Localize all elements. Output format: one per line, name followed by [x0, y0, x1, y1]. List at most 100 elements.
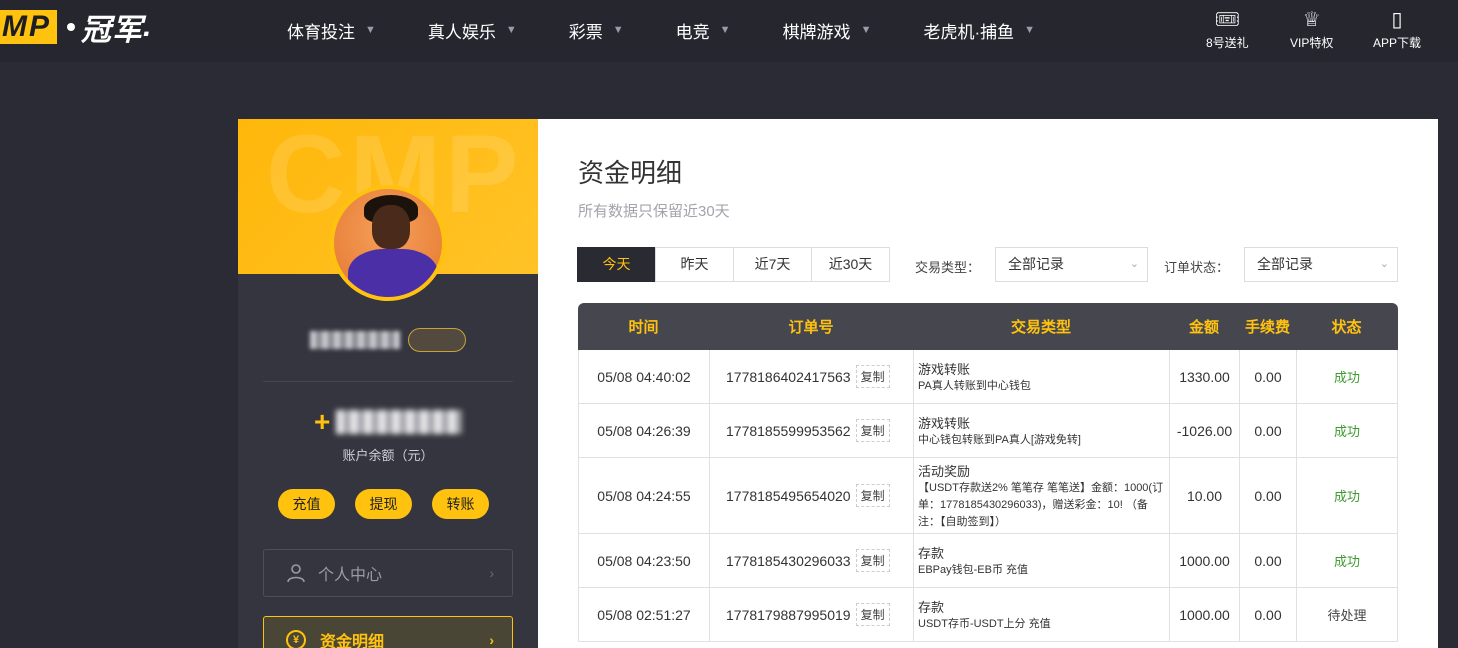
row-status: 成功 — [1297, 458, 1398, 533]
type-desc: 中心钱包转账到PA真人[游戏免转] — [918, 433, 1081, 446]
logo-dash: . — [143, 10, 152, 43]
quick-gift[interactable]: 🎟 8号送礼 — [1206, 8, 1249, 51]
quick-label: APP下载 — [1373, 36, 1422, 50]
withdraw-button[interactable]: 提现 — [355, 489, 412, 519]
chevron-down-icon: ▼ — [505, 24, 517, 36]
row-fee: 0.00 — [1240, 534, 1297, 587]
nav-chess[interactable]: 棋牌游戏 ▼ — [783, 0, 872, 60]
row-type: 游戏转账 PA真人转账到中心钱包 — [914, 350, 1170, 403]
chevron-down-icon: ▼ — [365, 24, 376, 36]
nav-sports[interactable]: 体育投注 ▼ — [287, 0, 376, 60]
chevron-down-icon: ▼ — [860, 24, 872, 36]
tab-today[interactable]: 今天 — [577, 247, 656, 282]
row-status: 成功 — [1297, 404, 1398, 457]
col-status: 状态 — [1331, 319, 1362, 336]
chevron-down-icon: ⌄ — [1129, 258, 1139, 270]
table-row: 05/08 04:24:55 1778185495654020 复制 活动奖励 … — [578, 458, 1398, 534]
tab-30-days[interactable]: 近30天 — [811, 247, 890, 282]
crown-icon: ♕ — [1302, 9, 1321, 31]
row-order: 1778185599953562 复制 — [710, 404, 914, 457]
page-subtitle: 所有数据只保留近30天 — [578, 203, 730, 220]
row-time: 05/08 04:40:02 — [579, 350, 710, 403]
tab-yesterday[interactable]: 昨天 — [655, 247, 734, 282]
row-fee: 0.00 — [1240, 458, 1297, 533]
copy-button[interactable]: 复制 — [855, 365, 890, 388]
row-order: 1778179887995019 复制 — [710, 588, 914, 641]
type-desc: PA真人转账到中心钱包 — [918, 379, 1031, 392]
row-fee: 0.00 — [1240, 588, 1297, 641]
nav-label: 电竞 — [675, 22, 710, 42]
yen-icon: ¥ — [286, 630, 306, 648]
row-amount: -1026.00 — [1170, 404, 1240, 457]
transfer-button[interactable]: 转账 — [432, 489, 489, 519]
order-status-select[interactable]: 全部记录 ⌄ — [1244, 247, 1398, 282]
row-order: 1778186402417563 复制 — [710, 350, 914, 403]
row-fee: 0.00 — [1240, 404, 1297, 457]
menu-personal-center[interactable]: 个人中心 › — [263, 549, 513, 597]
copy-button[interactable]: 复制 — [855, 419, 890, 442]
row-amount: 1000.00 — [1170, 534, 1240, 587]
nav-live-casino[interactable]: 真人娱乐 ▼ — [428, 0, 517, 60]
balance-amount: + — [314, 406, 464, 437]
table-row: 05/08 04:26:39 1778185599953562 复制 游戏转账 … — [578, 404, 1398, 458]
chevron-right-icon: › — [489, 565, 494, 581]
row-fee: 0.00 — [1240, 350, 1297, 403]
row-time: 05/08 04:23:50 — [579, 534, 710, 587]
deposit-button[interactable]: 充值 — [278, 489, 335, 519]
row-time: 05/08 04:26:39 — [579, 404, 710, 457]
transaction-type-select[interactable]: 全部记录 ⌄ — [995, 247, 1148, 282]
account-sidebar: CMP + 账户余额（元） 充值 提现 转账 个人中心 › ¥ 资金明细 › — [238, 119, 538, 648]
type-title: 存款 — [918, 545, 945, 561]
menu-label: 个人中心 — [318, 567, 383, 584]
table-row: 05/08 04:23:50 1778185430296033 复制 存款 EB… — [578, 534, 1398, 588]
row-status: 成功 — [1297, 534, 1398, 587]
row-type: 存款 EBPay钱包-EB币 充值 — [914, 534, 1170, 587]
col-order: 订单号 — [788, 319, 834, 336]
row-status: 待处理 — [1297, 588, 1398, 641]
balance-label: 账户余额（元） — [342, 448, 434, 463]
nav-slots-fishing[interactable]: 老虎机·捕鱼 ▼ — [923, 0, 1035, 60]
row-amount: 1000.00 — [1170, 588, 1240, 641]
table-row: 05/08 02:51:27 1778179887995019 复制 存款 US… — [578, 588, 1398, 642]
menu-fund-details[interactable]: ¥ 资金明细 › — [263, 616, 513, 648]
type-title: 活动奖励 — [918, 463, 971, 479]
gift-ticket-icon: 🎟 — [1214, 9, 1241, 31]
quick-app[interactable]: ▯ APP下载 — [1373, 8, 1421, 51]
chevron-right-icon: › — [489, 632, 494, 648]
avatar[interactable] — [330, 185, 446, 301]
fund-details-panel: 资金明细 所有数据只保留近30天 今天 昨天 近7天 近30天 交易类型： 全部… — [538, 119, 1438, 648]
order-number: 1778185495654020 — [726, 487, 851, 504]
phone-icon: ▯ — [1391, 9, 1403, 31]
order-number: 1778186402417563 — [726, 368, 851, 385]
order-number: 1778185430296033 — [726, 552, 851, 569]
nav-label: 真人娱乐 — [427, 22, 496, 42]
col-fee: 手续费 — [1244, 319, 1290, 336]
col-amount: 金额 — [1188, 319, 1219, 336]
nav-esports[interactable]: 电竞 ▼ — [676, 0, 731, 60]
copy-button[interactable]: 复制 — [855, 484, 890, 507]
row-type: 存款 USDT存币-USDT上分 充值 — [914, 588, 1170, 641]
type-desc: 【USDT存款送2% 笔笔存 笔笔送】金额：1000(订单：1778185430… — [918, 481, 1164, 528]
type-desc: EBPay钱包-EB币 充值 — [918, 563, 1029, 576]
nav-lottery[interactable]: 彩票 ▼ — [569, 0, 624, 60]
table-row: 05/08 04:40:02 1778186402417563 复制 游戏转账 … — [578, 350, 1398, 404]
brand-logo[interactable]: MP 冠军 . — [0, 10, 152, 47]
tab-7-days[interactable]: 近7天 — [733, 247, 812, 282]
type-title: 游戏转账 — [918, 415, 971, 431]
copy-button[interactable]: 复制 — [855, 549, 890, 572]
chevron-down-icon: ▼ — [719, 24, 731, 36]
main-nav: 体育投注 ▼ 真人娱乐 ▼ 彩票 ▼ 电竞 ▼ 棋牌游戏 ▼ 老虎机·捕鱼 ▼ — [268, 0, 1035, 60]
page-title: 资金明细 — [578, 158, 683, 188]
row-order: 1778185495654020 复制 — [710, 458, 914, 533]
balance-plus: + — [314, 406, 331, 437]
row-amount: 10.00 — [1170, 458, 1240, 533]
order-number: 1778179887995019 — [726, 606, 851, 623]
row-type: 游戏转账 中心钱包转账到PA真人[游戏免转] — [914, 404, 1170, 457]
copy-button[interactable]: 复制 — [855, 603, 890, 626]
divider — [263, 381, 513, 382]
date-range-tabs: 今天 昨天 近7天 近30天 — [577, 247, 890, 282]
nav-label: 老虎机·捕鱼 — [923, 22, 1015, 42]
row-time: 05/08 04:24:55 — [579, 458, 710, 533]
select-value: 全部记录 — [1008, 256, 1064, 272]
quick-vip[interactable]: ♕ VIP特权 — [1290, 8, 1333, 51]
